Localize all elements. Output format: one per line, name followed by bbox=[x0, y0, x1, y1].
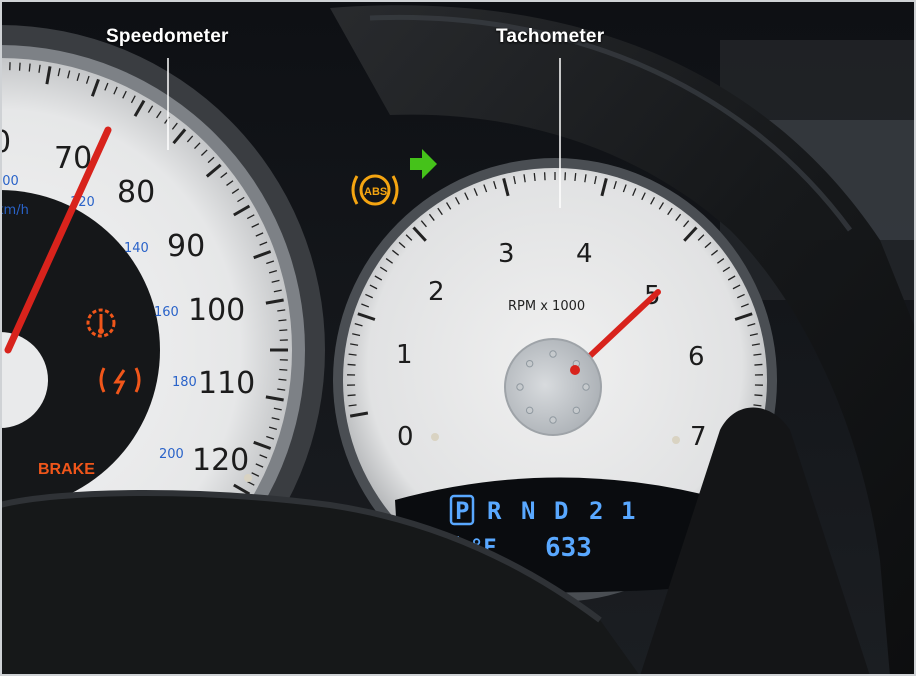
speed-tick bbox=[279, 368, 288, 371]
speed-tick bbox=[279, 329, 288, 332]
abs-label: ABS bbox=[364, 186, 387, 198]
tach-label-7: 7 bbox=[690, 422, 707, 452]
tachometer-callout: Tachometer bbox=[496, 26, 605, 47]
gear-1: 1 bbox=[621, 497, 635, 525]
tach-tick bbox=[574, 172, 577, 182]
hub-dot bbox=[516, 383, 524, 391]
gear-d: D bbox=[554, 497, 568, 525]
tach-tick bbox=[533, 172, 536, 182]
hub-dot bbox=[549, 350, 557, 358]
gear-n: N bbox=[521, 497, 535, 525]
speed-label-100: 100 bbox=[188, 293, 245, 328]
tach-label-3: 3 bbox=[498, 239, 515, 269]
odometer-value: 633 bbox=[545, 533, 592, 563]
kmh-unit-label: km/h bbox=[0, 203, 29, 218]
kmh-label-140: 140 bbox=[124, 241, 149, 256]
speed-label-90: 90 bbox=[167, 229, 205, 264]
tach-label-0: 0 bbox=[397, 422, 414, 452]
tach-tick bbox=[754, 394, 763, 397]
kmh-label-180: 180 bbox=[172, 375, 197, 390]
hub-dot bbox=[572, 406, 581, 415]
tach-unit-label: RPM x 1000 bbox=[508, 299, 585, 314]
tach-label-6: 6 bbox=[688, 342, 705, 372]
hub-dot bbox=[525, 359, 534, 368]
tach-tick bbox=[347, 394, 356, 397]
hub-dot bbox=[525, 406, 534, 415]
tach-tick bbox=[754, 363, 763, 366]
hub-dot bbox=[582, 383, 590, 391]
speed-label-80: 80 bbox=[117, 175, 155, 210]
kmh-label-160: 160 bbox=[154, 305, 179, 320]
speed-label-110: 110 bbox=[198, 366, 255, 401]
instrument-cluster: 0 70 80 90 100 110 120 100 km/h 120 140 … bbox=[0, 0, 916, 676]
speed-tick bbox=[28, 63, 31, 72]
speed-label-120: 120 bbox=[192, 443, 249, 478]
kmh-label-200: 200 bbox=[159, 447, 184, 462]
dashboard-photo: 0 70 80 90 100 110 120 100 km/h 120 140 … bbox=[0, 0, 916, 676]
brake-warning-label: BRAKE bbox=[38, 461, 95, 478]
tach-tick bbox=[347, 363, 356, 366]
hub-dot bbox=[549, 416, 557, 424]
tach-label-1: 1 bbox=[396, 340, 413, 370]
gear-p: P bbox=[455, 497, 469, 525]
speed-tick bbox=[278, 378, 287, 381]
speed-tick bbox=[18, 62, 21, 71]
gear-r: R bbox=[487, 497, 502, 525]
tach-label-4: 4 bbox=[576, 239, 593, 269]
tach-label-2: 2 bbox=[428, 277, 445, 307]
speed-tick bbox=[278, 319, 287, 322]
kmh-label-100: 100 bbox=[0, 174, 19, 189]
gear-2: 2 bbox=[589, 497, 603, 525]
speedometer-callout: Speedometer bbox=[106, 26, 229, 47]
